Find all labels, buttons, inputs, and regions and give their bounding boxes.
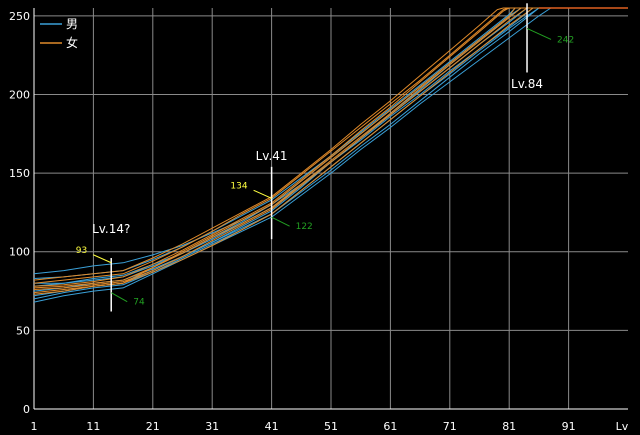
x-axis-label: Lv bbox=[616, 420, 629, 433]
x-tick-label: 91 bbox=[562, 420, 576, 433]
x-tick-label: 11 bbox=[86, 420, 100, 433]
x-tick-label: 71 bbox=[443, 420, 457, 433]
low-value-label: 122 bbox=[296, 222, 313, 232]
low-value-label: 74 bbox=[133, 298, 145, 308]
x-tick-label: 61 bbox=[383, 420, 397, 433]
chart-background bbox=[0, 0, 640, 435]
low-value-label: 242 bbox=[557, 35, 574, 45]
y-tick-label: 0 bbox=[23, 403, 30, 416]
x-tick-label: 51 bbox=[324, 420, 338, 433]
x-tick-label: 41 bbox=[265, 420, 279, 433]
legend-label: 男 bbox=[66, 17, 78, 31]
x-tick-label: 31 bbox=[205, 420, 219, 433]
level-label: Lv.14? bbox=[92, 222, 130, 236]
level-label: Lv.41 bbox=[256, 149, 288, 163]
y-tick-label: 150 bbox=[9, 167, 30, 180]
y-tick-label: 50 bbox=[16, 324, 30, 337]
level-label: Lv.84 bbox=[511, 77, 543, 91]
high-value-label: 93 bbox=[76, 246, 87, 256]
x-tick-label: 1 bbox=[31, 420, 38, 433]
x-tick-label: 81 bbox=[502, 420, 516, 433]
legend-label: 女 bbox=[66, 35, 78, 50]
y-tick-label: 250 bbox=[9, 10, 30, 23]
lv-stat-line-chart: 1 11 21 31 41 51 61 71 81 91 Lv050100150200250 Lv.… bbox=[0, 0, 640, 435]
x-tick-label: 21 bbox=[146, 420, 160, 433]
high-value-label: 134 bbox=[230, 181, 247, 191]
y-tick-label: 200 bbox=[9, 88, 30, 101]
y-tick-label: 100 bbox=[9, 246, 30, 259]
